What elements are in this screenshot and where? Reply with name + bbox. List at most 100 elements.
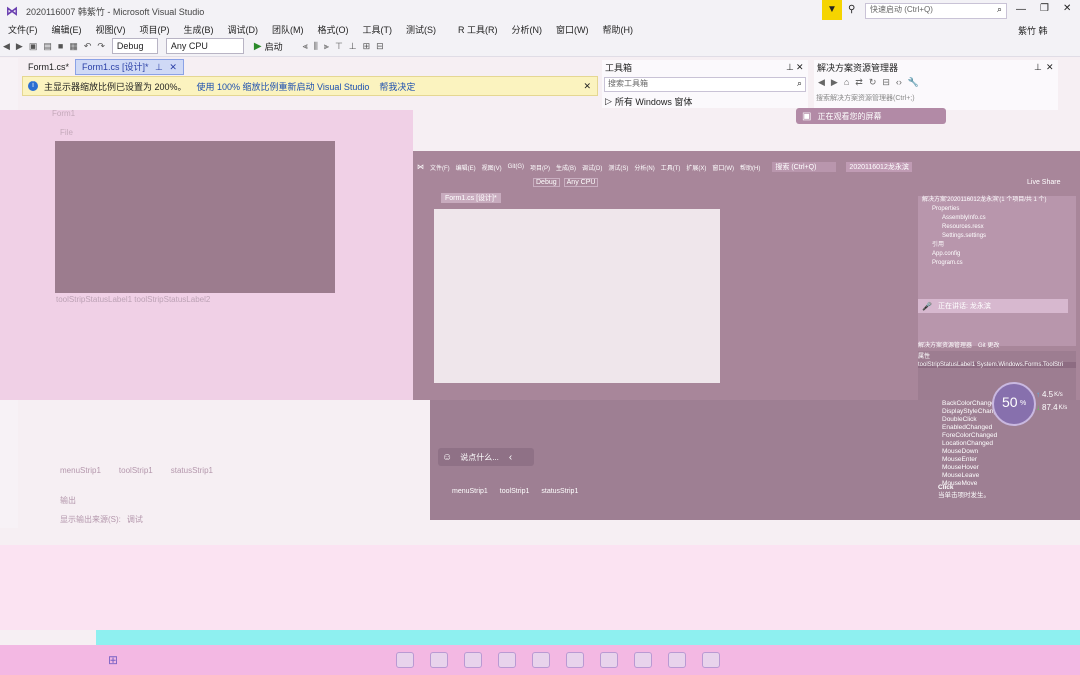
app-icon[interactable] [600, 652, 619, 668]
remote-tree-item[interactable]: Properties [932, 205, 1076, 214]
task-view-icon[interactable] [430, 652, 449, 668]
code-icon[interactable]: ‹› [896, 77, 902, 87]
save-all-icon[interactable]: ▦ [69, 41, 78, 52]
tab-form1-code[interactable]: Form1.cs* [22, 60, 75, 74]
remote-event-item[interactable]: MouseDown [942, 448, 998, 456]
remote-tray-statusstrip[interactable]: statusStrip1 [541, 488, 578, 495]
remote-menu-item-11[interactable]: 窗口(W) [712, 163, 734, 172]
toolbox-group[interactable]: ▷ 所有 Windows 窗体 [605, 95, 808, 108]
platform-select[interactable]: Any CPU [165, 38, 244, 54]
same-size-icon[interactable]: ⊞ [363, 41, 371, 52]
remote-menu-item-6[interactable]: 调试(D) [582, 163, 602, 172]
remote-tree-item[interactable]: AssemblyInfo.cs [942, 214, 1076, 223]
close-tab-icon[interactable]: ✕ [169, 62, 177, 72]
quick-launch-input[interactable]: 快速启动 (Ctrl+Q) ⌕ [865, 3, 1007, 19]
remote-menu-item-7[interactable]: 测试(S) [608, 163, 628, 172]
back-icon[interactable]: ◀ [818, 77, 825, 88]
align-top-icon[interactable]: ⊤ [335, 41, 343, 52]
remote-form-canvas[interactable] [434, 209, 720, 383]
save-icon[interactable]: ■ [58, 41, 63, 51]
new-project-icon[interactable]: ▣ [29, 41, 38, 52]
start-icon[interactable]: ▶ [254, 41, 262, 52]
menu-item-4[interactable]: 生成(B) [184, 23, 214, 36]
close-icon[interactable]: ✕ [796, 62, 804, 73]
tab-form1-designer[interactable]: Form1.cs [设计]* ⊥ ✕ [75, 59, 184, 75]
remote-menu-item-9[interactable]: 工具(T) [661, 163, 681, 172]
home-icon[interactable]: ⌂ [844, 77, 849, 87]
remote-live-share[interactable]: Live Share [1027, 179, 1060, 186]
minimize-button[interactable]: — [1016, 4, 1026, 15]
forward-icon[interactable]: ▶ [831, 77, 838, 88]
back-icon[interactable]: ◀ [3, 41, 10, 52]
remote-menu-item-5[interactable]: 生成(B) [556, 163, 576, 172]
remote-menu-item-0[interactable]: 文件(F) [430, 163, 450, 172]
remote-tree-item[interactable]: 引用 [932, 241, 1076, 250]
pin-icon[interactable]: ⊥ [155, 62, 163, 72]
remote-menu-item-8[interactable]: 分析(N) [634, 163, 654, 172]
properties-icon[interactable]: 🔧 [908, 77, 919, 88]
remote-tree-item[interactable]: Resources.resx [942, 223, 1076, 232]
spacing-icon[interactable]: ⊟ [376, 41, 384, 52]
remote-event-item[interactable]: MouseHover [942, 464, 998, 472]
remote-tree-item[interactable]: Settings.settings [942, 232, 1076, 241]
remote-config-select[interactable]: Debug [533, 177, 560, 187]
chrome-icon[interactable] [566, 652, 585, 668]
remote-menu-item-3[interactable]: Git(G) [508, 164, 524, 170]
menu-item-12[interactable]: 窗口(W) [556, 23, 589, 36]
remote-tree-item[interactable]: 解决方案'2020116012龙永滨'(1 个项目/共 1 个) [922, 196, 1076, 205]
close-button[interactable]: ✕ [1063, 3, 1071, 14]
remote-tree-item[interactable]: Program.cs [932, 259, 1076, 268]
menu-item-5[interactable]: 调试(D) [228, 23, 259, 36]
refresh-icon[interactable]: ↻ [869, 77, 877, 88]
edge-icon[interactable] [464, 652, 483, 668]
remote-menu-item-12[interactable]: 帮助(H) [740, 163, 760, 172]
remote-tray-toolstrip[interactable]: toolStrip1 [500, 488, 530, 495]
meeting-icon[interactable] [668, 652, 687, 668]
chat-input[interactable]: ☺ 说点什么... ‹ [438, 448, 534, 466]
remote-properties-object[interactable]: toolStripStatusLabel1 System.Windows.For… [918, 362, 1076, 368]
remote-menu-item-1[interactable]: 编辑(E) [456, 163, 476, 172]
collapse-chevron-icon[interactable]: ‹ [509, 452, 512, 463]
config-select[interactable]: Debug [111, 38, 158, 54]
explorer-icon[interactable] [498, 652, 517, 668]
remote-event-item[interactable]: EnabledChanged [942, 424, 998, 432]
output-source-select[interactable]: 调试 [127, 514, 143, 525]
menu-item-9[interactable]: 测试(S) [406, 23, 436, 36]
tray-statusstrip[interactable]: statusStrip1 [171, 466, 213, 475]
pin-icon[interactable]: ⊥ [1034, 62, 1042, 73]
menu-item-0[interactable]: 文件(F) [8, 23, 38, 36]
link-icon[interactable]: ⚲ [848, 4, 855, 15]
remote-event-item[interactable]: DoubleClick [942, 416, 998, 424]
remote-event-item[interactable]: DisplayStyleChang [942, 408, 998, 416]
menu-item-2[interactable]: 视图(V) [96, 23, 126, 36]
remote-menu-item-4[interactable]: 项目(P) [530, 163, 550, 172]
undo-icon[interactable]: ↶ [84, 41, 92, 52]
remote-event-item[interactable]: MouseLeave [942, 472, 998, 480]
menu-item-8[interactable]: 工具(T) [363, 23, 393, 36]
collapse-icon[interactable]: ⊟ [882, 77, 890, 88]
remote-menu-item-2[interactable]: 视图(V) [482, 163, 502, 172]
close-icon[interactable]: ✕ [1046, 62, 1054, 73]
help-decide-link[interactable]: 帮我决定 [379, 80, 415, 93]
remote-tab-git[interactable]: Git 更改 [978, 340, 999, 349]
form-canvas[interactable] [55, 141, 335, 293]
forward-icon[interactable]: ▶ [16, 41, 23, 52]
remote-event-item[interactable]: ForeColorChanged [942, 432, 998, 440]
toolbox-search-input[interactable]: 搜索工具箱 ⌕ [604, 77, 806, 92]
start-button[interactable]: 启动 [265, 40, 283, 53]
pin-icon[interactable]: ⊥ [786, 62, 794, 73]
solution-search-input[interactable]: 搜索解决方案资源管理器(Ctrl+;) [816, 92, 1056, 103]
menu-item-3[interactable]: 项目(P) [140, 23, 170, 36]
menu-item-7[interactable]: 格式(O) [318, 23, 349, 36]
menu-item-1[interactable]: 编辑(E) [52, 23, 82, 36]
remote-event-item[interactable]: BackColorChanged [942, 400, 998, 408]
search-taskbar-icon[interactable] [396, 652, 415, 668]
network-gauge[interactable]: 50 % [992, 382, 1036, 426]
tray-menustrip[interactable]: menuStrip1 [60, 466, 101, 475]
align-center-icon[interactable]: ⫼ [314, 41, 318, 52]
store-icon[interactable] [532, 652, 551, 668]
remote-tray-menustrip[interactable]: menuStrip1 [452, 488, 488, 495]
align-right-icon[interactable]: ⫸ [324, 41, 329, 52]
remote-platform-select[interactable]: Any CPU [563, 177, 599, 187]
maximize-button[interactable]: ❐ [1040, 3, 1049, 14]
